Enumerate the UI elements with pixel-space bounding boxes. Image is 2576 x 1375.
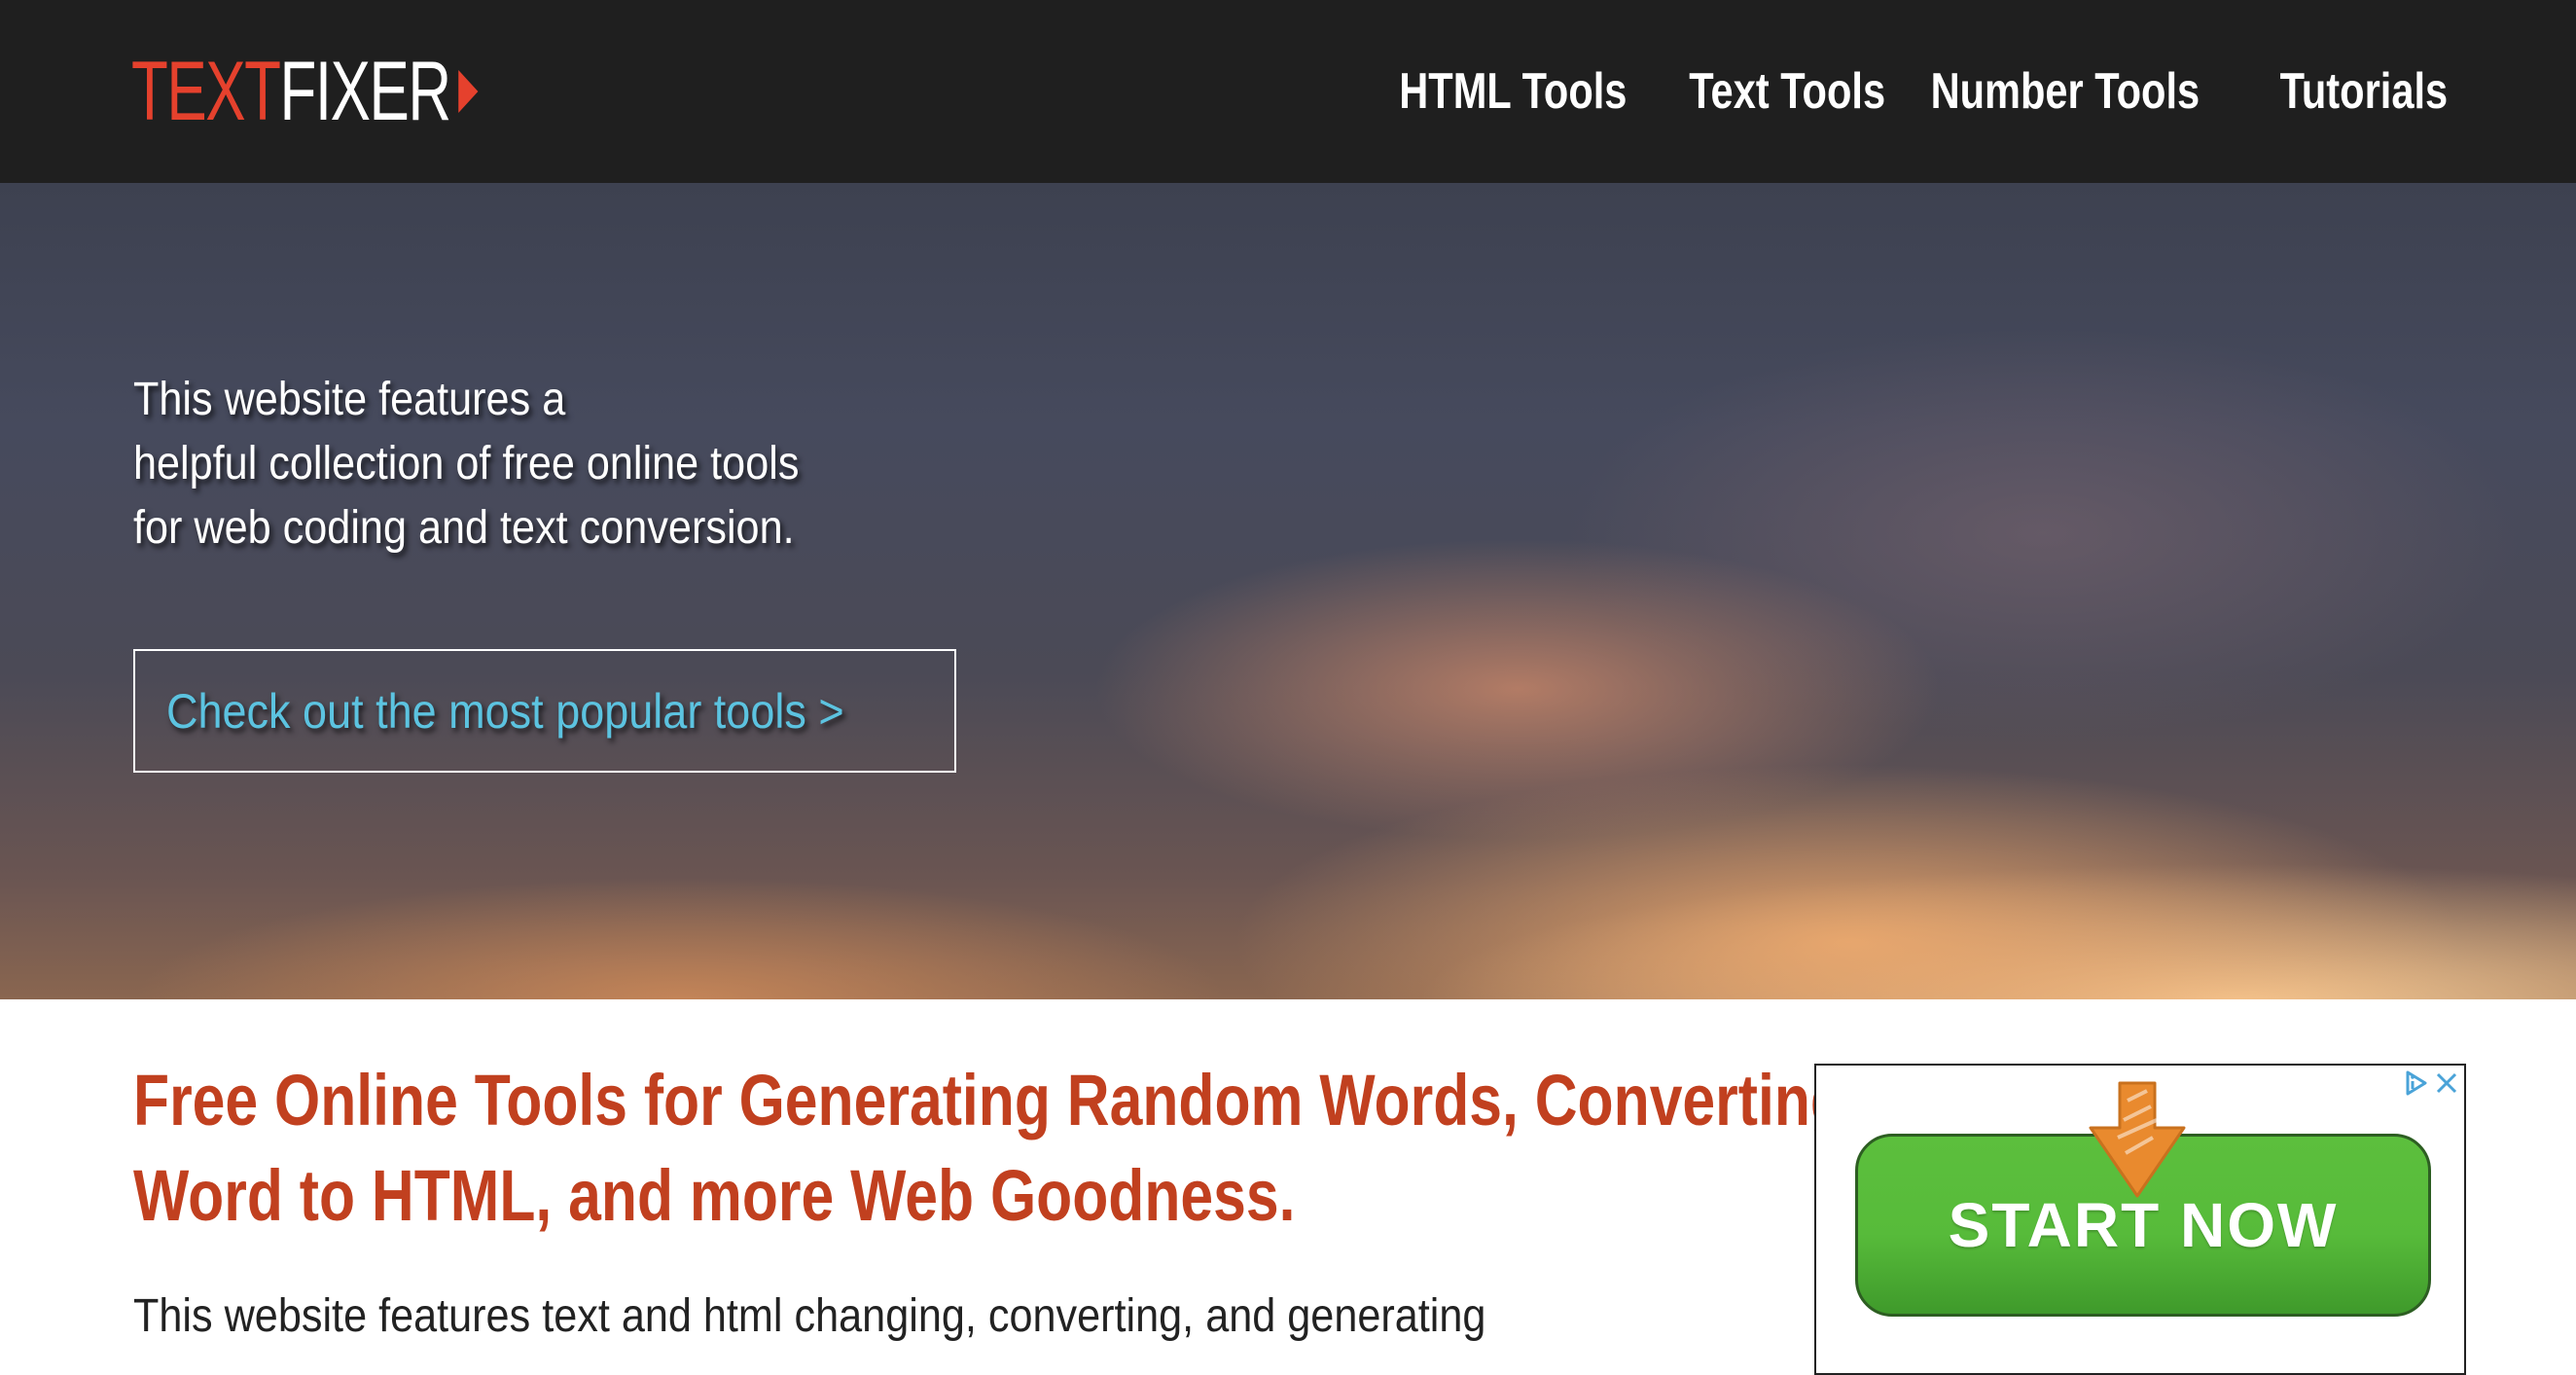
hero-line: helpful collection of free online tools — [133, 438, 800, 489]
hero-tagline: This website features a helpful collecti… — [133, 368, 873, 561]
logo-text-part2: FIXER — [279, 45, 451, 138]
ad-controls — [2404, 1069, 2458, 1102]
hero-banner: This website features a helpful collecti… — [0, 183, 2576, 999]
down-arrow-icon — [2089, 1081, 2186, 1198]
adchoices-icon[interactable] — [2404, 1069, 2429, 1102]
page-heading: Free Online Tools for Generating Random … — [133, 1053, 1847, 1244]
nav-tutorials[interactable]: Tutorials — [2280, 60, 2449, 123]
popular-tools-label: Check out the most popular tools > — [166, 683, 844, 739]
heading-line: Word to HTML, and more Web Goodness. — [133, 1155, 1296, 1236]
start-now-label: START NOW — [1948, 1190, 2339, 1260]
advertisement[interactable]: START NOW — [1814, 1064, 2466, 1375]
nav-text-tools[interactable]: Text Tools — [1689, 60, 1885, 123]
nav-number-tools[interactable]: Number Tools — [1931, 60, 2200, 123]
nav-html-tools[interactable]: HTML Tools — [1400, 60, 1628, 123]
intro-paragraph: This website features text and html chan… — [133, 1290, 1486, 1342]
logo-text-part1: TEXT — [131, 45, 281, 138]
popular-tools-button[interactable]: Check out the most popular tools > — [133, 649, 956, 773]
heading-line: Free Online Tools for Generating Random … — [133, 1060, 1847, 1140]
top-navigation-bar: TEXT FIXER HTML Tools Text Tools Number T… — [0, 0, 2576, 183]
textfixer-logo[interactable]: TEXT FIXER — [131, 45, 479, 138]
hero-line: This website features a — [133, 374, 566, 425]
play-triangle-icon — [458, 70, 479, 113]
close-icon[interactable] — [2435, 1071, 2458, 1100]
hero-line: for web coding and text conversion. — [133, 502, 795, 554]
